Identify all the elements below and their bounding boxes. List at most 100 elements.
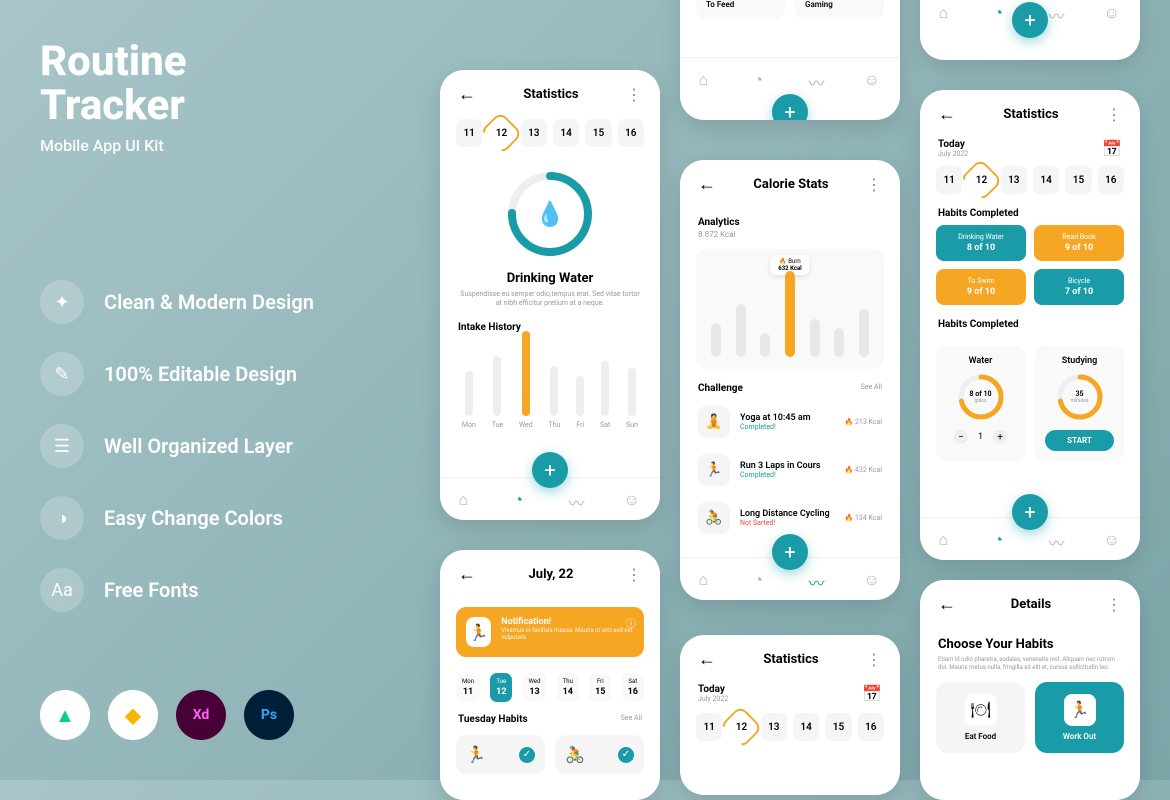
start-button[interactable]: START bbox=[1045, 430, 1114, 451]
bar bbox=[628, 368, 636, 416]
home-icon[interactable]: ⌂ bbox=[939, 3, 957, 21]
habit-card[interactable]: 01:45 25 minutes🎮✓Gaming bbox=[795, 0, 884, 19]
more-button[interactable]: ⋮ bbox=[1106, 595, 1122, 614]
phone-details: ← Details ⋮ Choose Your Habits Etiam id … bbox=[920, 580, 1140, 800]
date-pill[interactable]: 15 bbox=[1065, 166, 1091, 194]
habit-ring-card: Studying35minutesSTART bbox=[1035, 346, 1124, 461]
stats-icon[interactable]: ◔ bbox=[754, 570, 772, 588]
intake-chart: MonTueWedThuFriSatSun bbox=[440, 339, 660, 429]
week-day[interactable]: Wed13 bbox=[523, 673, 547, 702]
home-icon[interactable]: ⌂ bbox=[459, 490, 477, 508]
profile-icon[interactable]: ☺ bbox=[1104, 3, 1122, 21]
stats-icon[interactable]: ◔ bbox=[754, 70, 772, 88]
back-button[interactable]: ← bbox=[938, 594, 956, 615]
week-day[interactable]: Sat16 bbox=[622, 673, 644, 702]
profile-icon[interactable]: ☺ bbox=[1104, 530, 1122, 548]
week-day[interactable]: Mon11 bbox=[456, 673, 480, 702]
habit-summary-card[interactable]: Read Book9 of 10 bbox=[1034, 225, 1124, 261]
add-button[interactable]: + bbox=[1012, 2, 1048, 38]
back-button[interactable]: ← bbox=[938, 104, 956, 125]
activity-icon[interactable]: 〰 bbox=[809, 570, 827, 588]
profile-icon[interactable]: ☺ bbox=[864, 70, 882, 88]
add-button[interactable]: + bbox=[532, 452, 568, 488]
back-button[interactable]: ← bbox=[698, 649, 716, 670]
habit-summary-card[interactable]: Drinking Water8 of 10 bbox=[936, 225, 1026, 261]
see-all-link[interactable]: See All bbox=[621, 714, 642, 725]
date-pill[interactable]: 12 bbox=[968, 166, 994, 194]
calendar-icon[interactable]: 📅 bbox=[1102, 139, 1122, 158]
hero: RoutineTracker Mobile App UI Kit bbox=[40, 40, 187, 155]
date-pill[interactable]: 12 bbox=[728, 713, 754, 741]
date-pill[interactable]: 14 bbox=[1033, 166, 1059, 194]
stats-icon[interactable]: ◔ bbox=[994, 530, 1012, 548]
habit-summary-card[interactable]: To Swim9 of 10 bbox=[936, 269, 1026, 305]
minus-button[interactable]: − bbox=[954, 430, 968, 444]
activity-icon[interactable]: 〰 bbox=[809, 70, 827, 88]
date-pill[interactable]: 16 bbox=[618, 119, 644, 147]
phone-habit-cards: 12:30 15 minutes🍽✓To Feed 01:45 25 minute… bbox=[680, 0, 900, 120]
notification-banner[interactable]: 🏃 Notification!Vivamus in facilisis mass… bbox=[456, 607, 644, 657]
date-pill[interactable]: 16 bbox=[1098, 166, 1124, 194]
home-icon[interactable]: ⌂ bbox=[699, 70, 717, 88]
bar bbox=[576, 376, 584, 416]
habit-icon: 🚴 bbox=[565, 745, 585, 764]
date-pill[interactable]: 11 bbox=[456, 119, 482, 147]
calorie-bar bbox=[760, 333, 770, 357]
date-pill[interactable]: 13 bbox=[521, 119, 547, 147]
date-pill[interactable]: 15 bbox=[825, 713, 851, 741]
habit-check-card[interactable]: 🚴✓ bbox=[555, 735, 644, 774]
add-button[interactable]: + bbox=[1012, 494, 1048, 530]
habit-tile[interactable]: 🏃Work Out bbox=[1035, 682, 1124, 753]
habit-card[interactable]: 12:30 15 minutes🍽✓To Feed bbox=[696, 0, 785, 19]
date-pill[interactable]: 14 bbox=[553, 119, 579, 147]
notif-title: Notification! bbox=[501, 617, 634, 627]
more-button[interactable]: ⋮ bbox=[626, 565, 642, 584]
habit-tile[interactable]: 🍽Eat Food bbox=[936, 682, 1025, 753]
date-pill[interactable]: 13 bbox=[1001, 166, 1027, 194]
feature-item: ✦Clean & Modern Design bbox=[40, 280, 314, 324]
week-day[interactable]: Fri15 bbox=[589, 673, 611, 702]
more-button[interactable]: ⋮ bbox=[626, 85, 642, 104]
date-pill[interactable]: 12 bbox=[488, 119, 514, 147]
water-drop-icon: 💧 bbox=[505, 169, 595, 259]
week-day[interactable]: Tue12 bbox=[490, 673, 512, 702]
stats-icon[interactable]: ◔ bbox=[994, 3, 1012, 21]
date-pill[interactable]: 16 bbox=[858, 713, 884, 741]
date-pill[interactable]: 15 bbox=[585, 119, 611, 147]
close-icon[interactable]: ⓘ bbox=[626, 615, 636, 630]
habits-completed-title: Habits Completed bbox=[920, 194, 1140, 225]
week-day[interactable]: Thu14 bbox=[557, 673, 579, 702]
habit-summary-card[interactable]: Bicycle7 of 10 bbox=[1034, 269, 1124, 305]
add-button[interactable]: + bbox=[772, 534, 808, 570]
date-pill[interactable]: 14 bbox=[793, 713, 819, 741]
phone-july: ← July, 22 ⋮ 🏃 Notification!Vivamus in f… bbox=[440, 550, 660, 800]
feature-item: ✎100% Editable Design bbox=[40, 352, 314, 396]
back-button[interactable]: ← bbox=[458, 84, 476, 105]
profile-icon[interactable]: ☺ bbox=[624, 490, 642, 508]
activity-icon[interactable]: 〰 bbox=[1049, 530, 1067, 548]
activity-icon[interactable]: 〰 bbox=[569, 490, 587, 508]
more-button[interactable]: ⋮ bbox=[866, 175, 882, 194]
profile-icon[interactable]: ☺ bbox=[864, 570, 882, 588]
habit-check-card[interactable]: 🏃✓ bbox=[456, 735, 545, 774]
back-button[interactable]: ← bbox=[698, 174, 716, 195]
challenge-item[interactable]: 🧘Yoga at 10:45 amCompleted!🔥 213 Kcal bbox=[680, 398, 900, 446]
phone-habits-completed: ← Statistics ⋮ TodayJuly 2022 📅 11121314… bbox=[920, 90, 1140, 560]
page-title: Statistics bbox=[716, 652, 866, 667]
more-button[interactable]: ⋮ bbox=[1106, 105, 1122, 124]
calendar-icon[interactable]: 📅 bbox=[862, 684, 882, 703]
date-pill[interactable]: 11 bbox=[696, 713, 722, 741]
challenge-item[interactable]: 🏃Run 3 Laps in CoursCompleted!🔥 432 Kcal bbox=[680, 446, 900, 494]
date-pill[interactable]: 11 bbox=[936, 166, 962, 194]
home-icon[interactable]: ⌂ bbox=[939, 530, 957, 548]
date-pill[interactable]: 13 bbox=[761, 713, 787, 741]
activity-icon[interactable]: 〰 bbox=[1049, 3, 1067, 21]
more-button[interactable]: ⋮ bbox=[866, 650, 882, 669]
stats-icon[interactable]: ◔ bbox=[514, 490, 532, 508]
see-all-link[interactable]: See All bbox=[861, 383, 882, 394]
back-button[interactable]: ← bbox=[458, 564, 476, 585]
plus-button[interactable]: + bbox=[993, 430, 1007, 444]
calorie-bar bbox=[859, 309, 869, 357]
today-label: Today bbox=[938, 139, 968, 150]
home-icon[interactable]: ⌂ bbox=[699, 570, 717, 588]
